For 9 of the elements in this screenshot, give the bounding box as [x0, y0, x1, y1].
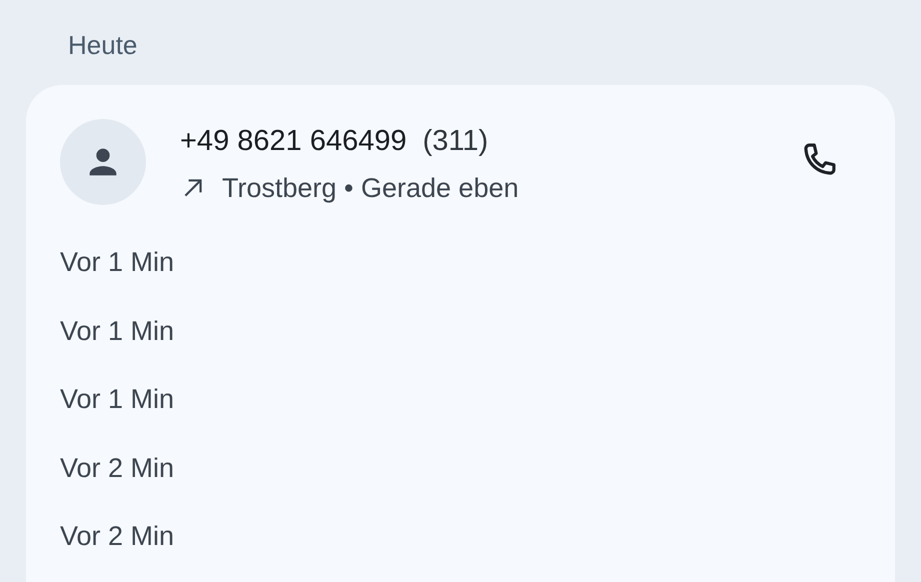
section-heading: Heute	[68, 29, 138, 62]
call-time: Vor 2 Min	[60, 520, 174, 553]
phone-number: +49 8621 646499	[180, 124, 407, 159]
call-time: Vor 1 Min	[60, 383, 174, 416]
call-count: (311)	[422, 124, 488, 159]
call-time: Vor 2 Min	[60, 452, 174, 484]
call-time: Vor 1 Min	[60, 246, 174, 279]
call-time: Vor 1 Min	[60, 314, 174, 348]
call-detail: Trostberg • Gerade eben	[222, 172, 519, 205]
